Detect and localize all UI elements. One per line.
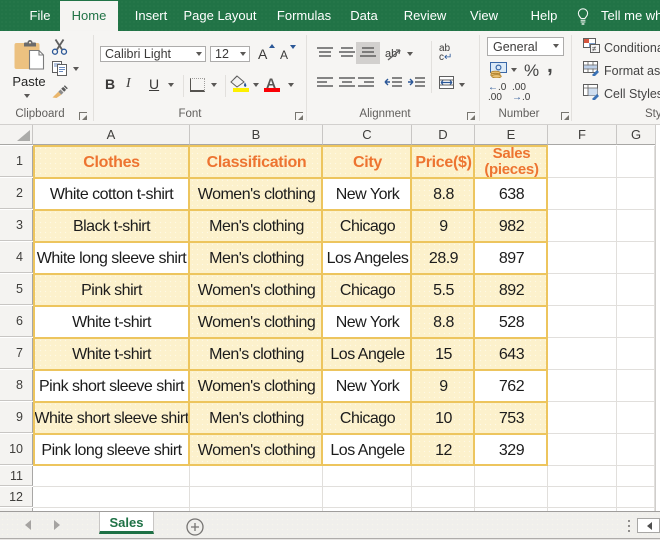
svg-text:≠: ≠	[592, 45, 597, 54]
